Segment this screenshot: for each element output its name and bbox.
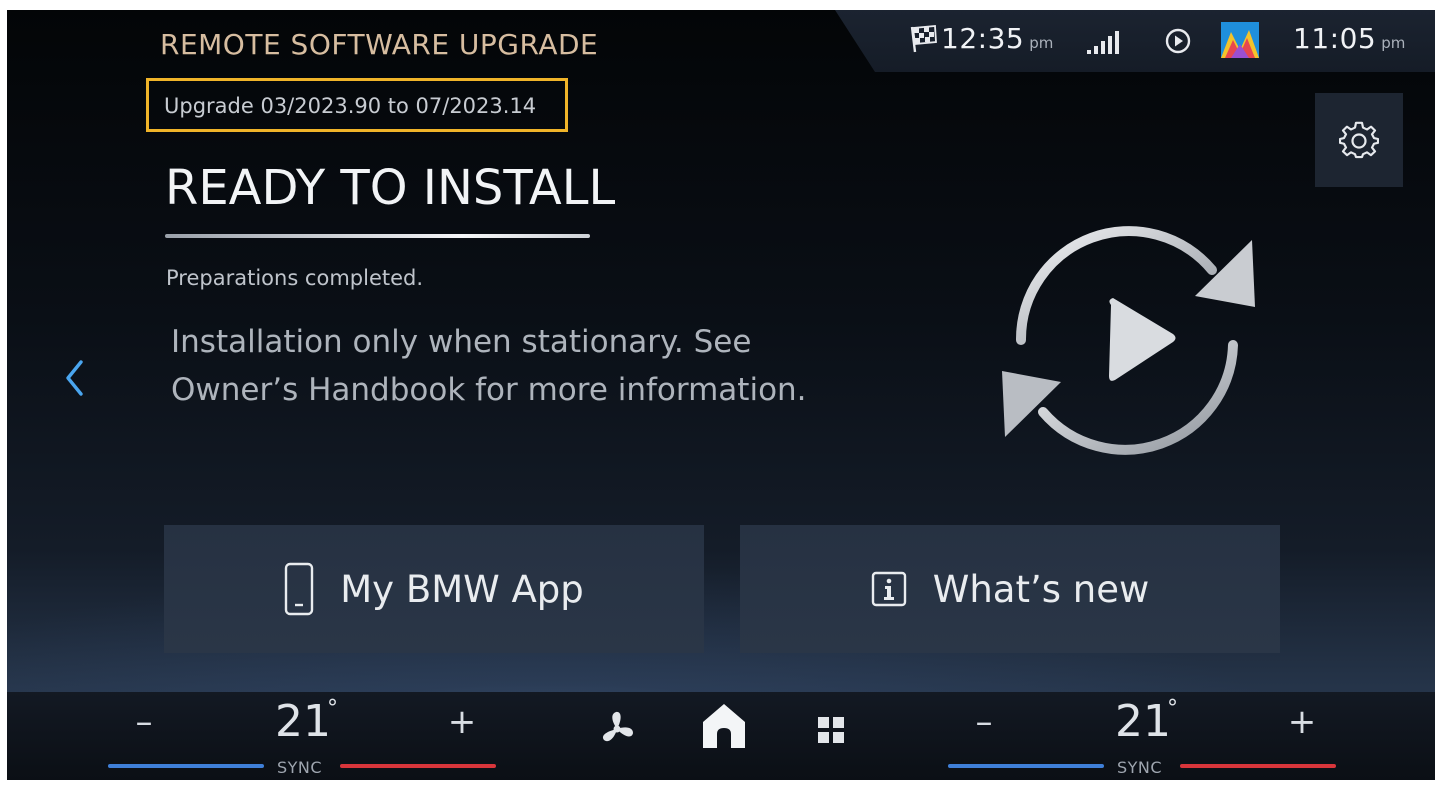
apps-grid-icon[interactable] <box>817 716 845 748</box>
right-temp-increase-button[interactable]: + <box>1282 702 1322 742</box>
clock: 11:05 pm <box>1293 22 1405 55</box>
climate-bar: – 21 ° + SYNC – 21 ° + SYNC <box>7 692 1435 780</box>
signal-strength-icon <box>1087 30 1121 54</box>
right-temp-decrease-button[interactable]: – <box>964 702 1004 742</box>
left-sync-label[interactable]: SYNC <box>277 758 322 777</box>
left-temp-value: 21 <box>275 696 331 747</box>
whats-new-label: What’s new <box>932 567 1150 611</box>
settings-button[interactable] <box>1315 93 1403 187</box>
page-title: REMOTE SOFTWARE UPGRADE <box>160 28 599 61</box>
media-play-icon <box>1163 26 1193 56</box>
arrival-time-ampm: pm <box>1029 34 1054 52</box>
colorful-mountains-icon <box>1221 22 1259 58</box>
right-heat-indicator <box>1180 764 1336 768</box>
my-bmw-app-button[interactable]: My BMW App <box>164 525 704 653</box>
back-chevron-icon[interactable] <box>61 358 91 398</box>
idrive-screen: 12:35 pm 11:05 pm REMOTE SOFTWARE UPGRAD… <box>7 10 1435 780</box>
arrival-time: 12:35 pm <box>941 22 1053 55</box>
upgrade-version-text: Upgrade 03/2023.90 to 07/2023.14 <box>164 94 537 118</box>
status-bar: 12:35 pm 11:05 pm <box>835 10 1435 72</box>
right-sync-label[interactable]: SYNC <box>1117 758 1162 777</box>
info-icon <box>871 571 906 607</box>
preparation-status-text: Preparations completed. <box>166 266 424 290</box>
installation-info-text: Installation only when stationary. See O… <box>171 324 807 408</box>
left-cool-indicator <box>108 764 264 768</box>
arrival-time-value: 12:35 <box>941 22 1025 55</box>
home-icon[interactable] <box>701 702 747 754</box>
phone-icon <box>285 562 314 616</box>
right-cool-indicator <box>948 764 1104 768</box>
left-temp-decrease-button[interactable]: – <box>124 702 164 742</box>
fan-icon[interactable] <box>598 710 636 752</box>
whats-new-button[interactable]: What’s new <box>740 525 1280 653</box>
right-temp-value: 21 <box>1115 696 1171 747</box>
clock-ampm: pm <box>1381 34 1406 52</box>
left-temp-increase-button[interactable]: + <box>442 702 482 742</box>
gear-icon <box>1339 121 1379 159</box>
clock-time-value: 11:05 <box>1293 22 1377 55</box>
left-temp-degree: ° <box>327 696 338 721</box>
install-status-heading: READY TO INSTALL <box>165 160 616 216</box>
install-refresh-play-icon[interactable] <box>997 200 1257 475</box>
heading-underline <box>165 234 590 238</box>
my-bmw-app-label: My BMW App <box>340 567 584 611</box>
checkered-flag-icon <box>907 24 939 54</box>
left-heat-indicator <box>340 764 496 768</box>
right-temp-degree: ° <box>1167 696 1178 721</box>
